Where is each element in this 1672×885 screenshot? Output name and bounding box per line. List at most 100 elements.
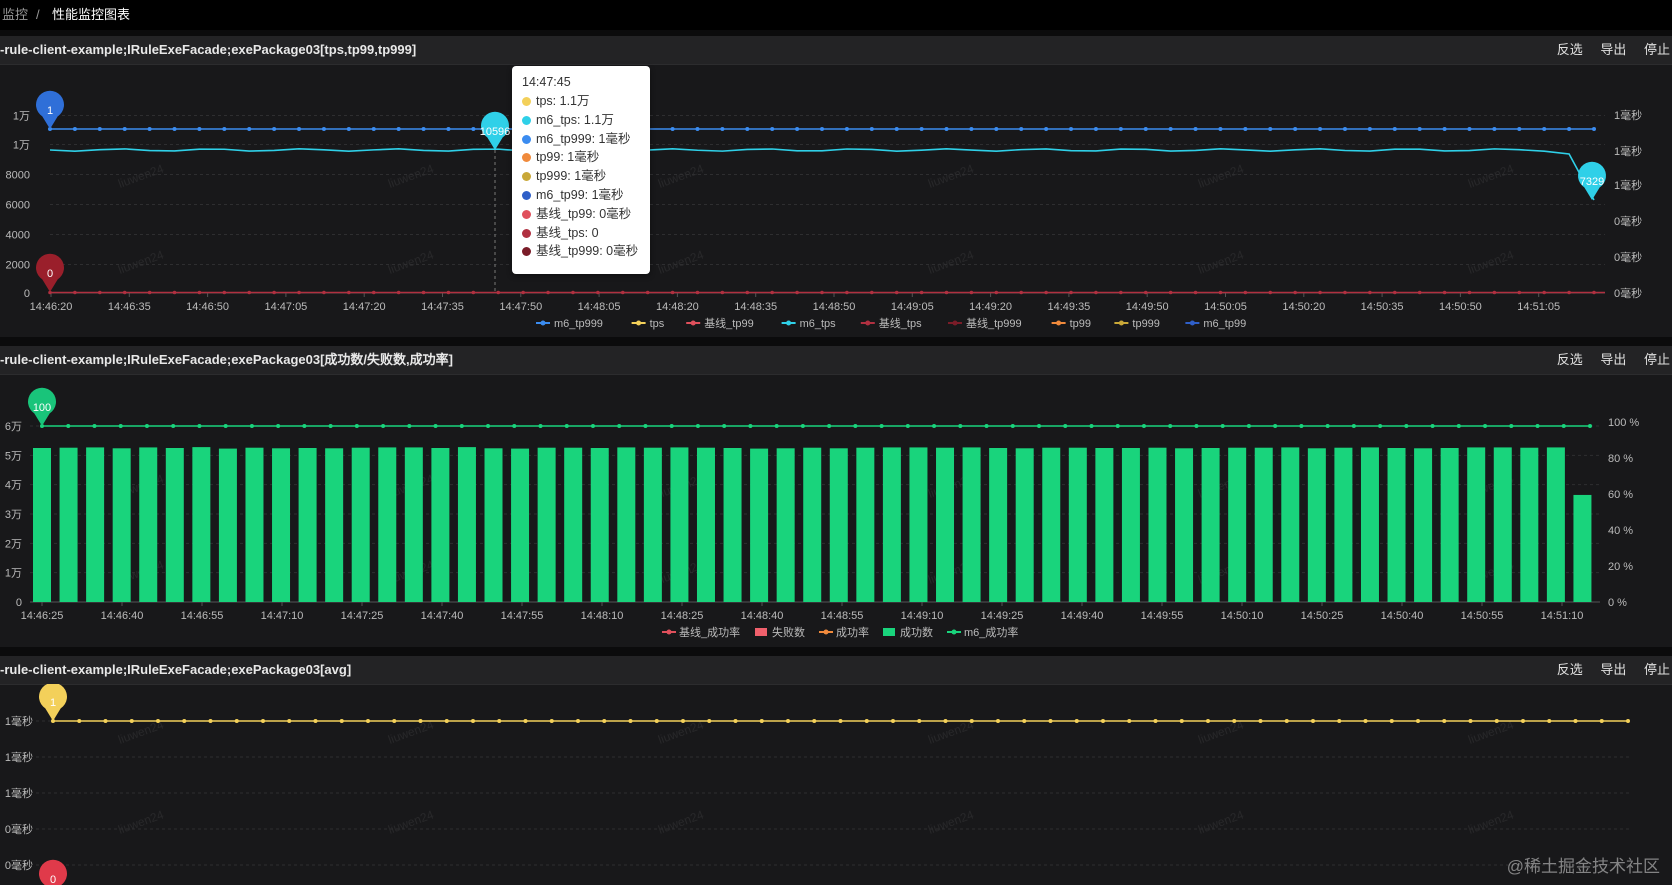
series-m6-success-rate-point bbox=[643, 424, 648, 428]
legend-item[interactable]: tps bbox=[631, 318, 665, 330]
legend-label: 基线_成功率 bbox=[679, 625, 740, 639]
series-avg-point bbox=[1284, 719, 1289, 723]
series-m6-success-rate-point bbox=[118, 424, 123, 428]
legend-item[interactable]: m6_tp999 bbox=[536, 318, 603, 330]
x-tick-label: 14:49:10 bbox=[901, 610, 944, 622]
series-baseline-tps-point bbox=[371, 290, 376, 295]
series-avg-point bbox=[1389, 719, 1394, 723]
success-bar-chart[interactable]: liuwen24liuwen24liuwen24liuwen24liuwen24… bbox=[0, 374, 1672, 647]
breadcrumb: 监控 / 性能监控图表 bbox=[0, 0, 1672, 30]
series-m6-tp999-point bbox=[770, 127, 775, 131]
legend-item[interactable]: 基线_tps bbox=[860, 316, 922, 330]
series-m6-tp999-point bbox=[670, 127, 675, 131]
series-m6-tp999-point bbox=[222, 127, 227, 131]
series-avg-point bbox=[628, 719, 633, 723]
series-m6-success-rate-point bbox=[905, 424, 910, 428]
x-tick-label: 14:46:20 bbox=[30, 301, 73, 313]
y-left-tick: 8000 bbox=[6, 170, 30, 182]
tooltip-dot bbox=[522, 97, 531, 106]
series-m6-success-rate-point bbox=[328, 424, 333, 428]
tooltip-dot bbox=[522, 134, 531, 144]
watermark-text: liuwen24 bbox=[656, 161, 706, 190]
series-m6-success-rate-point bbox=[1483, 424, 1488, 428]
series-avg-point bbox=[1048, 719, 1053, 723]
y-left-tick: 1毫秒 bbox=[5, 750, 33, 764]
legend-item[interactable]: m6_tps bbox=[781, 318, 837, 330]
legend-label: tp99 bbox=[1070, 318, 1091, 330]
panel-title: -rule-client-example;IRuleExeFacade;exeP… bbox=[0, 662, 352, 677]
legend-dot bbox=[540, 320, 546, 326]
invert-button[interactable]: 反选 bbox=[1557, 656, 1583, 684]
series-m6-success-rate-point bbox=[1351, 424, 1356, 428]
legend-item[interactable]: 成功数 bbox=[883, 626, 933, 639]
y-right-tick: 1毫秒 bbox=[1614, 108, 1642, 122]
series-avg-point bbox=[1599, 719, 1604, 723]
bar-success bbox=[86, 447, 105, 602]
legend-item[interactable]: 基线_tp999 bbox=[948, 316, 1022, 330]
legend-item[interactable]: m6_成功率 bbox=[947, 625, 1018, 639]
bar-success bbox=[1546, 447, 1565, 602]
tps-line-chart[interactable]: liuwen24 liuwen24 liuwen24 liuwen24 liuwen24… bbox=[0, 64, 1672, 337]
series-m6-success-rate-point bbox=[512, 424, 517, 428]
series-m6-tp999-point bbox=[1392, 127, 1397, 131]
series-baseline-tps-point bbox=[944, 290, 949, 295]
series-m6-success-rate-point bbox=[407, 424, 412, 428]
legend-dot bbox=[823, 629, 829, 635]
y-right-tick: 20 % bbox=[1608, 561, 1633, 573]
series-baseline-tps-point bbox=[122, 290, 127, 295]
legend-item[interactable]: 基线_成功率 bbox=[662, 625, 740, 639]
series-baseline-tps-point bbox=[1567, 290, 1571, 295]
series-m6-success-rate-point bbox=[433, 424, 438, 428]
y-left-tick: 3万 bbox=[5, 509, 22, 521]
series-baseline-tps-point bbox=[820, 290, 824, 295]
series-m6-success-rate-point bbox=[1273, 424, 1278, 428]
export-button[interactable]: 导出 bbox=[1600, 346, 1626, 374]
invert-button[interactable]: 反选 bbox=[1557, 36, 1583, 64]
bar-success bbox=[1414, 448, 1433, 602]
series-m6-success-rate-point bbox=[695, 424, 700, 428]
tooltip-row: m6_tp999: 1毫秒 bbox=[522, 130, 640, 149]
legend-item[interactable]: tp999 bbox=[1114, 318, 1160, 330]
x-tick-label: 14:50:55 bbox=[1461, 610, 1504, 622]
y-right-tick: 80 % bbox=[1608, 453, 1633, 465]
series-m6-success-rate-point bbox=[66, 424, 71, 428]
x-tick-label: 14:49:35 bbox=[1047, 301, 1090, 313]
x-tick-label: 14:46:55 bbox=[181, 610, 224, 622]
chart-legend: m6_tp999 tps 基线_tp99 m6_tps 基线_tps 基线_tp999 tp… bbox=[536, 316, 1246, 330]
series-avg-point bbox=[1337, 719, 1342, 723]
legend-item[interactable]: 失败数 bbox=[755, 625, 805, 639]
stop-button[interactable]: 停止 bbox=[1644, 656, 1670, 684]
bar-success bbox=[1148, 447, 1167, 602]
legend-item[interactable]: 成功率 bbox=[819, 625, 869, 639]
invert-button[interactable]: 反选 bbox=[1557, 346, 1583, 374]
stop-button[interactable]: 停止 bbox=[1644, 36, 1670, 64]
tooltip-label: 基线_tp99: 0毫秒 bbox=[536, 206, 632, 221]
series-m6-tp999-point bbox=[1567, 127, 1572, 131]
legend-item[interactable]: m6_tp99 bbox=[1185, 318, 1246, 330]
avg-line-chart[interactable]: liuwen24 liuwen24 liuwen24 liuwen24 liuwen24… bbox=[0, 684, 1672, 885]
series-avg-point bbox=[1311, 719, 1315, 723]
export-button[interactable]: 导出 bbox=[1600, 656, 1626, 684]
series-m6-success-rate-point bbox=[1588, 424, 1592, 428]
series-avg-point bbox=[234, 719, 239, 723]
series-m6-success-rate-point bbox=[171, 424, 176, 428]
x-tick-label: 14:47:05 bbox=[264, 301, 307, 313]
x-tick-label: 14:50:25 bbox=[1301, 610, 1344, 622]
series-avg-point bbox=[339, 719, 344, 723]
breadcrumb-parent[interactable]: 监控 bbox=[2, 0, 28, 30]
stop-button[interactable]: 停止 bbox=[1644, 346, 1670, 374]
series-baseline-tps-point bbox=[446, 290, 451, 295]
export-button[interactable]: 导出 bbox=[1600, 36, 1626, 64]
legend-item[interactable]: 基线_tp99 bbox=[686, 316, 754, 330]
series-m6-tp999-point bbox=[1467, 127, 1472, 131]
y-right-tick: 0 % bbox=[1608, 597, 1627, 609]
legend-item[interactable]: tp99 bbox=[1051, 318, 1091, 330]
bar-success bbox=[936, 447, 955, 602]
series-m6-success-rate-point bbox=[1063, 424, 1068, 428]
x-tick-label: 14:50:35 bbox=[1361, 301, 1404, 313]
series-m6-success-rate-point bbox=[879, 424, 884, 428]
series-baseline-tps-point bbox=[222, 290, 227, 295]
series-avg-point bbox=[707, 719, 712, 723]
bar-success bbox=[1520, 447, 1539, 602]
bar-success bbox=[617, 447, 636, 602]
